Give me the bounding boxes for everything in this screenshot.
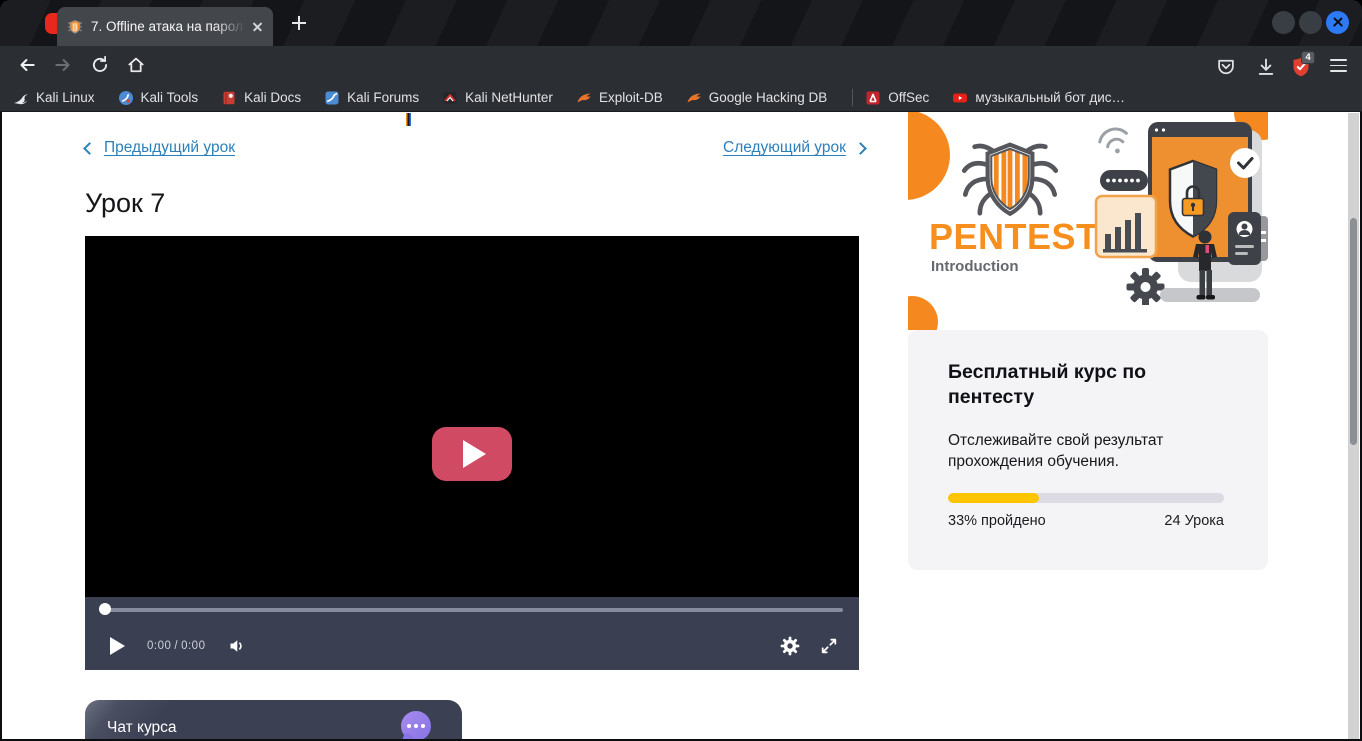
kali-docs-icon (221, 90, 237, 106)
orange-blob (908, 112, 950, 200)
active-tab[interactable]: 7. Offline атака на пароли (57, 7, 273, 46)
download-icon[interactable] (1256, 57, 1276, 77)
pentest-illustration (1093, 115, 1268, 305)
forward-icon[interactable] (53, 55, 73, 75)
bookmarks-toolbar: Kali Linux Kali Tools Kali Docs Kali For… (0, 84, 1362, 112)
seek-handle[interactable] (99, 603, 111, 615)
course-banner: PENTEST Introduction (908, 112, 1268, 330)
browser-window: 7. Offline атака на пароли https://codeb… (0, 0, 1362, 741)
chevron-left-icon (83, 142, 96, 155)
bookmark-kali-linux[interactable]: Kali Linux (13, 90, 95, 106)
video-player[interactable]: 0:00/0:00 (85, 236, 859, 670)
window-controls (1272, 11, 1349, 34)
adblock-extension-button[interactable]: 4 (1291, 57, 1311, 77)
lessons-count-label: 24 Урока (1164, 513, 1224, 529)
progress-bar (948, 493, 1224, 503)
scrollbar-thumb[interactable] (1350, 218, 1357, 445)
tab-close-button[interactable] (248, 18, 266, 36)
chat-title: Чат курса (107, 719, 177, 737)
codeby-favicon-icon (67, 19, 83, 35)
close-button[interactable] (1326, 11, 1349, 34)
orange-blob (908, 296, 938, 330)
navigation-toolbar: https://codeby.school/training/view/urok… (0, 46, 1362, 84)
exploit-db-bird-icon (576, 90, 592, 106)
fullscreen-icon[interactable] (820, 637, 838, 655)
settings-gear-icon[interactable] (780, 636, 800, 656)
page-scrollbar[interactable] (1348, 113, 1359, 739)
tab-title: 7. Offline атака на пароли (91, 19, 248, 34)
progress-percent-label: 33% пройдено (948, 513, 1046, 529)
next-lesson-link[interactable]: Следующий урок (723, 139, 865, 157)
bookmark-google-hacking-db[interactable]: Google Hacking DB (686, 90, 828, 106)
previous-lesson-link[interactable]: Предыдущий урок (85, 139, 235, 157)
course-chat-card[interactable]: Чат курса (85, 700, 462, 739)
bookmark-kali-nethunter[interactable]: Kali NetHunter (442, 90, 553, 106)
course-card-title: Бесплатный курс по пентесту (948, 360, 1198, 410)
home-icon[interactable] (126, 55, 146, 75)
progress-fill (948, 493, 1039, 503)
brand-subtitle: Introduction (931, 258, 1018, 275)
menu-icon[interactable] (1330, 59, 1347, 72)
bookmark-kali-tools[interactable]: Kali Tools (118, 90, 199, 106)
clipped-logo-fragment (406, 113, 411, 126)
time-display: 0:00/0:00 (147, 640, 208, 652)
brand-title: PENTEST (929, 216, 1099, 258)
play-icon[interactable] (110, 637, 125, 655)
kali-nethunter-icon (442, 90, 458, 106)
maximize-button[interactable] (1299, 11, 1322, 34)
bookmark-music-bot[interactable]: музыкальный бот дис… (952, 90, 1125, 106)
seek-bar[interactable] (104, 608, 843, 612)
pocket-icon[interactable] (1216, 57, 1236, 77)
extension-badge: 4 (1301, 51, 1315, 64)
kali-tools-icon (118, 90, 134, 106)
video-controls-bar: 0:00/0:00 (85, 597, 859, 670)
bookmark-kali-docs[interactable]: Kali Docs (221, 90, 301, 106)
bookmark-exploit-db[interactable]: Exploit-DB (576, 90, 663, 106)
back-icon[interactable] (17, 55, 37, 75)
offsec-icon (865, 90, 881, 106)
kali-forums-icon (324, 90, 340, 106)
pentest-spider-logo (958, 138, 1062, 222)
minimize-button[interactable] (1272, 11, 1295, 34)
titlebar: 7. Offline атака на пароли (0, 0, 1362, 46)
chevron-right-icon (854, 142, 867, 155)
big-play-button[interactable] (432, 427, 512, 481)
course-card-description: Отслеживайте свой результат прохождения … (948, 430, 1183, 472)
page-content: Предыдущий урок Следующий урок Урок 7 0:… (2, 112, 1360, 739)
volume-icon[interactable] (228, 637, 246, 655)
bookmark-offsec[interactable]: OffSec (865, 90, 929, 106)
youtube-icon (952, 90, 968, 106)
reload-icon[interactable] (90, 55, 110, 75)
google-hacking-db-bird-icon (686, 90, 702, 106)
kali-dragon-icon (13, 90, 29, 106)
bookmarks-separator (852, 89, 853, 106)
bookmark-kali-forums[interactable]: Kali Forums (324, 90, 419, 106)
lesson-title: Урок 7 (85, 188, 165, 219)
course-progress-card: Бесплатный курс по пентесту Отслеживайте… (908, 330, 1268, 570)
chat-bubble-icon[interactable] (401, 711, 431, 739)
new-tab-button[interactable] (288, 12, 310, 34)
